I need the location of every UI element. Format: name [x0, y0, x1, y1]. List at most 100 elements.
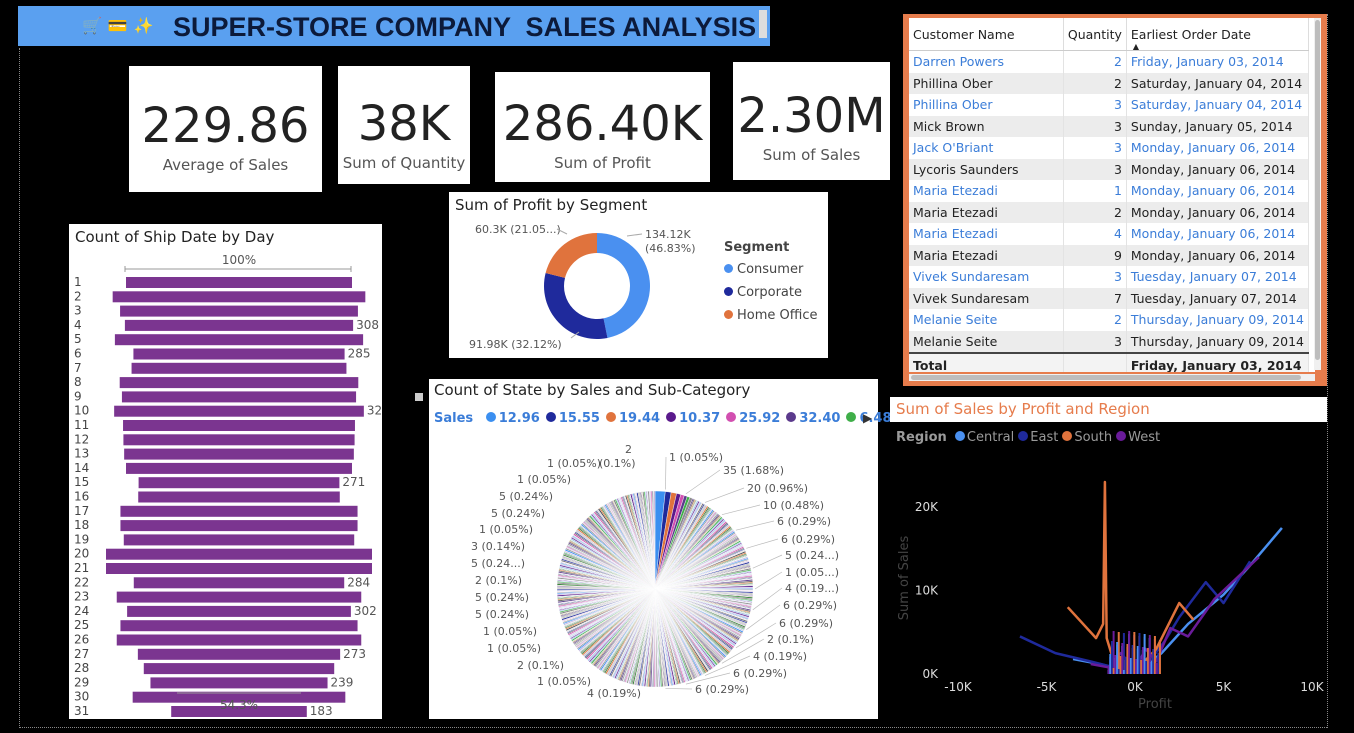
- label-leader: [746, 538, 779, 549]
- data-label: 3 (0.14%): [471, 540, 525, 553]
- data-label: 4 (0.19%): [587, 687, 641, 700]
- data-label: 1 (0.05%): [669, 451, 723, 464]
- scrollbar-thumb[interactable]: [911, 375, 1301, 380]
- quantity-cell: 3: [1063, 330, 1127, 353]
- table-vertical-scrollbar[interactable]: [1314, 18, 1321, 370]
- category-label: 8: [74, 375, 82, 389]
- state-pie-chart: 1 (0.05%)35 (1.68%)20 (0.96%)10 (0.48%)6…: [471, 443, 839, 700]
- funnel-bar: [133, 577, 345, 589]
- resize-handle[interactable]: [415, 393, 423, 401]
- kpi-average-sales[interactable]: 229.86 Average of Sales: [129, 66, 322, 192]
- table-row[interactable]: Phillina Ober 2 Saturday, January 04, 2014: [909, 72, 1310, 94]
- kpi-sum-profit[interactable]: 286.40K Sum of Profit: [495, 72, 710, 182]
- y-tick-label: 0K: [922, 667, 939, 681]
- customer-table-container: Customer Name Quantity Earliest Order Da…: [909, 18, 1315, 372]
- sales-profit-chart[interactable]: -10K -5K 0K 5K 10K 0K 10K 20K Profit Sum of Sales: [890, 422, 1327, 722]
- data-label: 6 (0.29%): [779, 617, 833, 630]
- funnel-bar: [106, 548, 372, 560]
- y-axis-title: Sum of Sales: [897, 536, 912, 621]
- state-pie-panel[interactable]: Count of State by Sales and Sub-Category…: [415, 379, 892, 719]
- funnel-bar: [126, 277, 352, 288]
- table-total-row: Total Friday, January 03, 2014: [909, 352, 1310, 372]
- funnel-bar: [138, 477, 340, 489]
- data-label: 5 (0.24...): [471, 557, 525, 570]
- ship-date-panel[interactable]: Count of Ship Date by Day 100% 1 2 3 4 308 5 6 2…: [69, 224, 382, 719]
- x-tick-label: 10K: [1300, 680, 1324, 694]
- canvas-border-right: [1327, 14, 1328, 728]
- scrollbar-thumb[interactable]: [1315, 20, 1320, 360]
- canvas-border-bottom: [19, 727, 1327, 728]
- kpi-value: 2.30M: [737, 88, 886, 144]
- customer-cell: Maria Etezadi: [909, 201, 1064, 223]
- data-label: 6 (0.29%): [695, 683, 749, 696]
- funnel-bar: [120, 620, 358, 632]
- table-row[interactable]: Maria Etezadi 2 Monday, January 06, 2014: [909, 201, 1310, 223]
- data-label: 327: [367, 404, 382, 418]
- category-label: 14: [74, 461, 89, 475]
- legend-item[interactable]: Home Office: [724, 308, 817, 323]
- column-header-date[interactable]: Earliest Order Date ▲: [1126, 18, 1310, 51]
- table-row[interactable]: Maria Etezadi 4 Monday, January 06, 2014: [909, 223, 1310, 245]
- label-leader: [746, 604, 781, 630]
- kpi-label: Sum of Profit: [554, 154, 651, 172]
- funnel-bar: [133, 348, 345, 360]
- category-label: 17: [74, 504, 89, 518]
- label-leader: [754, 571, 783, 590]
- kpi-label: Sum of Sales: [762, 146, 861, 164]
- title-scrollbar[interactable]: [759, 10, 767, 38]
- table-row[interactable]: Melanie Seite 3 Thursday, January 09, 2014: [909, 330, 1310, 353]
- date-cell: Monday, January 06, 2014: [1126, 244, 1310, 266]
- category-label: 7: [74, 361, 82, 375]
- table-row[interactable]: Lycoris Saunders 3 Monday, January 06, 201…: [909, 158, 1310, 180]
- category-label: 9: [74, 389, 82, 403]
- data-label: 5 (0.24%): [475, 608, 529, 621]
- table-row[interactable]: Melanie Seite 2 Thursday, January 09, 2014: [909, 309, 1310, 331]
- table-row[interactable]: Jack O'Briant 3 Monday, January 06, 2014: [909, 137, 1310, 159]
- legend-item[interactable]: Corporate: [724, 285, 817, 300]
- ship-date-chart: 100%123430856285789103271112131415271161…: [74, 253, 382, 718]
- data-label: 1 (0.05%): [483, 625, 537, 638]
- funnel-bar: [124, 448, 354, 460]
- category-label: 31: [74, 704, 89, 718]
- funnel-bar: [143, 663, 335, 675]
- funnel-bar: [116, 591, 362, 603]
- table-row[interactable]: Vivek Sundaresam 3 Tuesday, January 07, 20…: [909, 266, 1310, 288]
- donut-slice-corporate: [544, 272, 608, 339]
- table-row[interactable]: Vivek Sundaresam 7 Tuesday, January 07, 20…: [909, 287, 1310, 309]
- legend-label: Home Office: [737, 308, 818, 323]
- data-label: 273: [343, 647, 366, 661]
- quantity-cell: 3: [1063, 94, 1127, 116]
- kpi-label: Sum of Quantity: [342, 154, 466, 172]
- customer-cell: Melanie Seite: [909, 309, 1064, 331]
- data-label: 2 (0.1%): [767, 633, 814, 646]
- customer-cell: Darren Powers: [909, 50, 1064, 73]
- date-cell: Monday, January 06, 2014: [1126, 158, 1310, 180]
- table-horizontal-scrollbar[interactable]: [909, 374, 1315, 381]
- label-leader: [665, 688, 693, 690]
- column-header-customer[interactable]: Customer Name: [909, 18, 1064, 51]
- table-row[interactable]: Mick Brown 3 Sunday, January 05, 2014: [909, 115, 1310, 137]
- funnel-bar: [126, 462, 352, 474]
- table-row[interactable]: Maria Etezadi 9 Monday, January 06, 2014: [909, 244, 1310, 266]
- table-row[interactable]: Darren Powers 2 Friday, January 03, 2014: [909, 50, 1310, 73]
- table-body: Darren Powers 2 Friday, January 03, 2014 Ph…: [909, 50, 1310, 353]
- data-label: 1 (0.05%): [479, 523, 533, 536]
- sort-ascending-icon: ▲: [1132, 42, 1140, 51]
- kpi-sum-sales[interactable]: 2.30M Sum of Sales: [733, 62, 890, 180]
- funnel-bar: [114, 334, 364, 346]
- quantity-cell: 2: [1063, 201, 1127, 223]
- y-tick-label: 10K: [915, 584, 939, 598]
- table-row[interactable]: Maria Etezadi 1 Monday, January 06, 2014: [909, 180, 1310, 202]
- kpi-sum-quantity[interactable]: 38K Sum of Quantity: [338, 66, 470, 184]
- table-row[interactable]: Phillina Ober 3 Saturday, January 04, 2014: [909, 94, 1310, 116]
- funnel-bar: [131, 362, 347, 374]
- legend-item[interactable]: Consumer: [724, 262, 817, 277]
- data-label: 20 (0.96%): [747, 482, 808, 495]
- legend-dot-icon: [724, 287, 733, 296]
- category-label: 29: [74, 675, 89, 689]
- column-header-quantity[interactable]: Quantity: [1063, 18, 1127, 51]
- funnel-bar: [127, 605, 351, 617]
- category-label: 3: [74, 304, 82, 318]
- category-label: 5: [74, 332, 82, 346]
- segment-donut-panel[interactable]: Sum of Profit by Segment 134.12K (46.83%)…: [449, 192, 828, 358]
